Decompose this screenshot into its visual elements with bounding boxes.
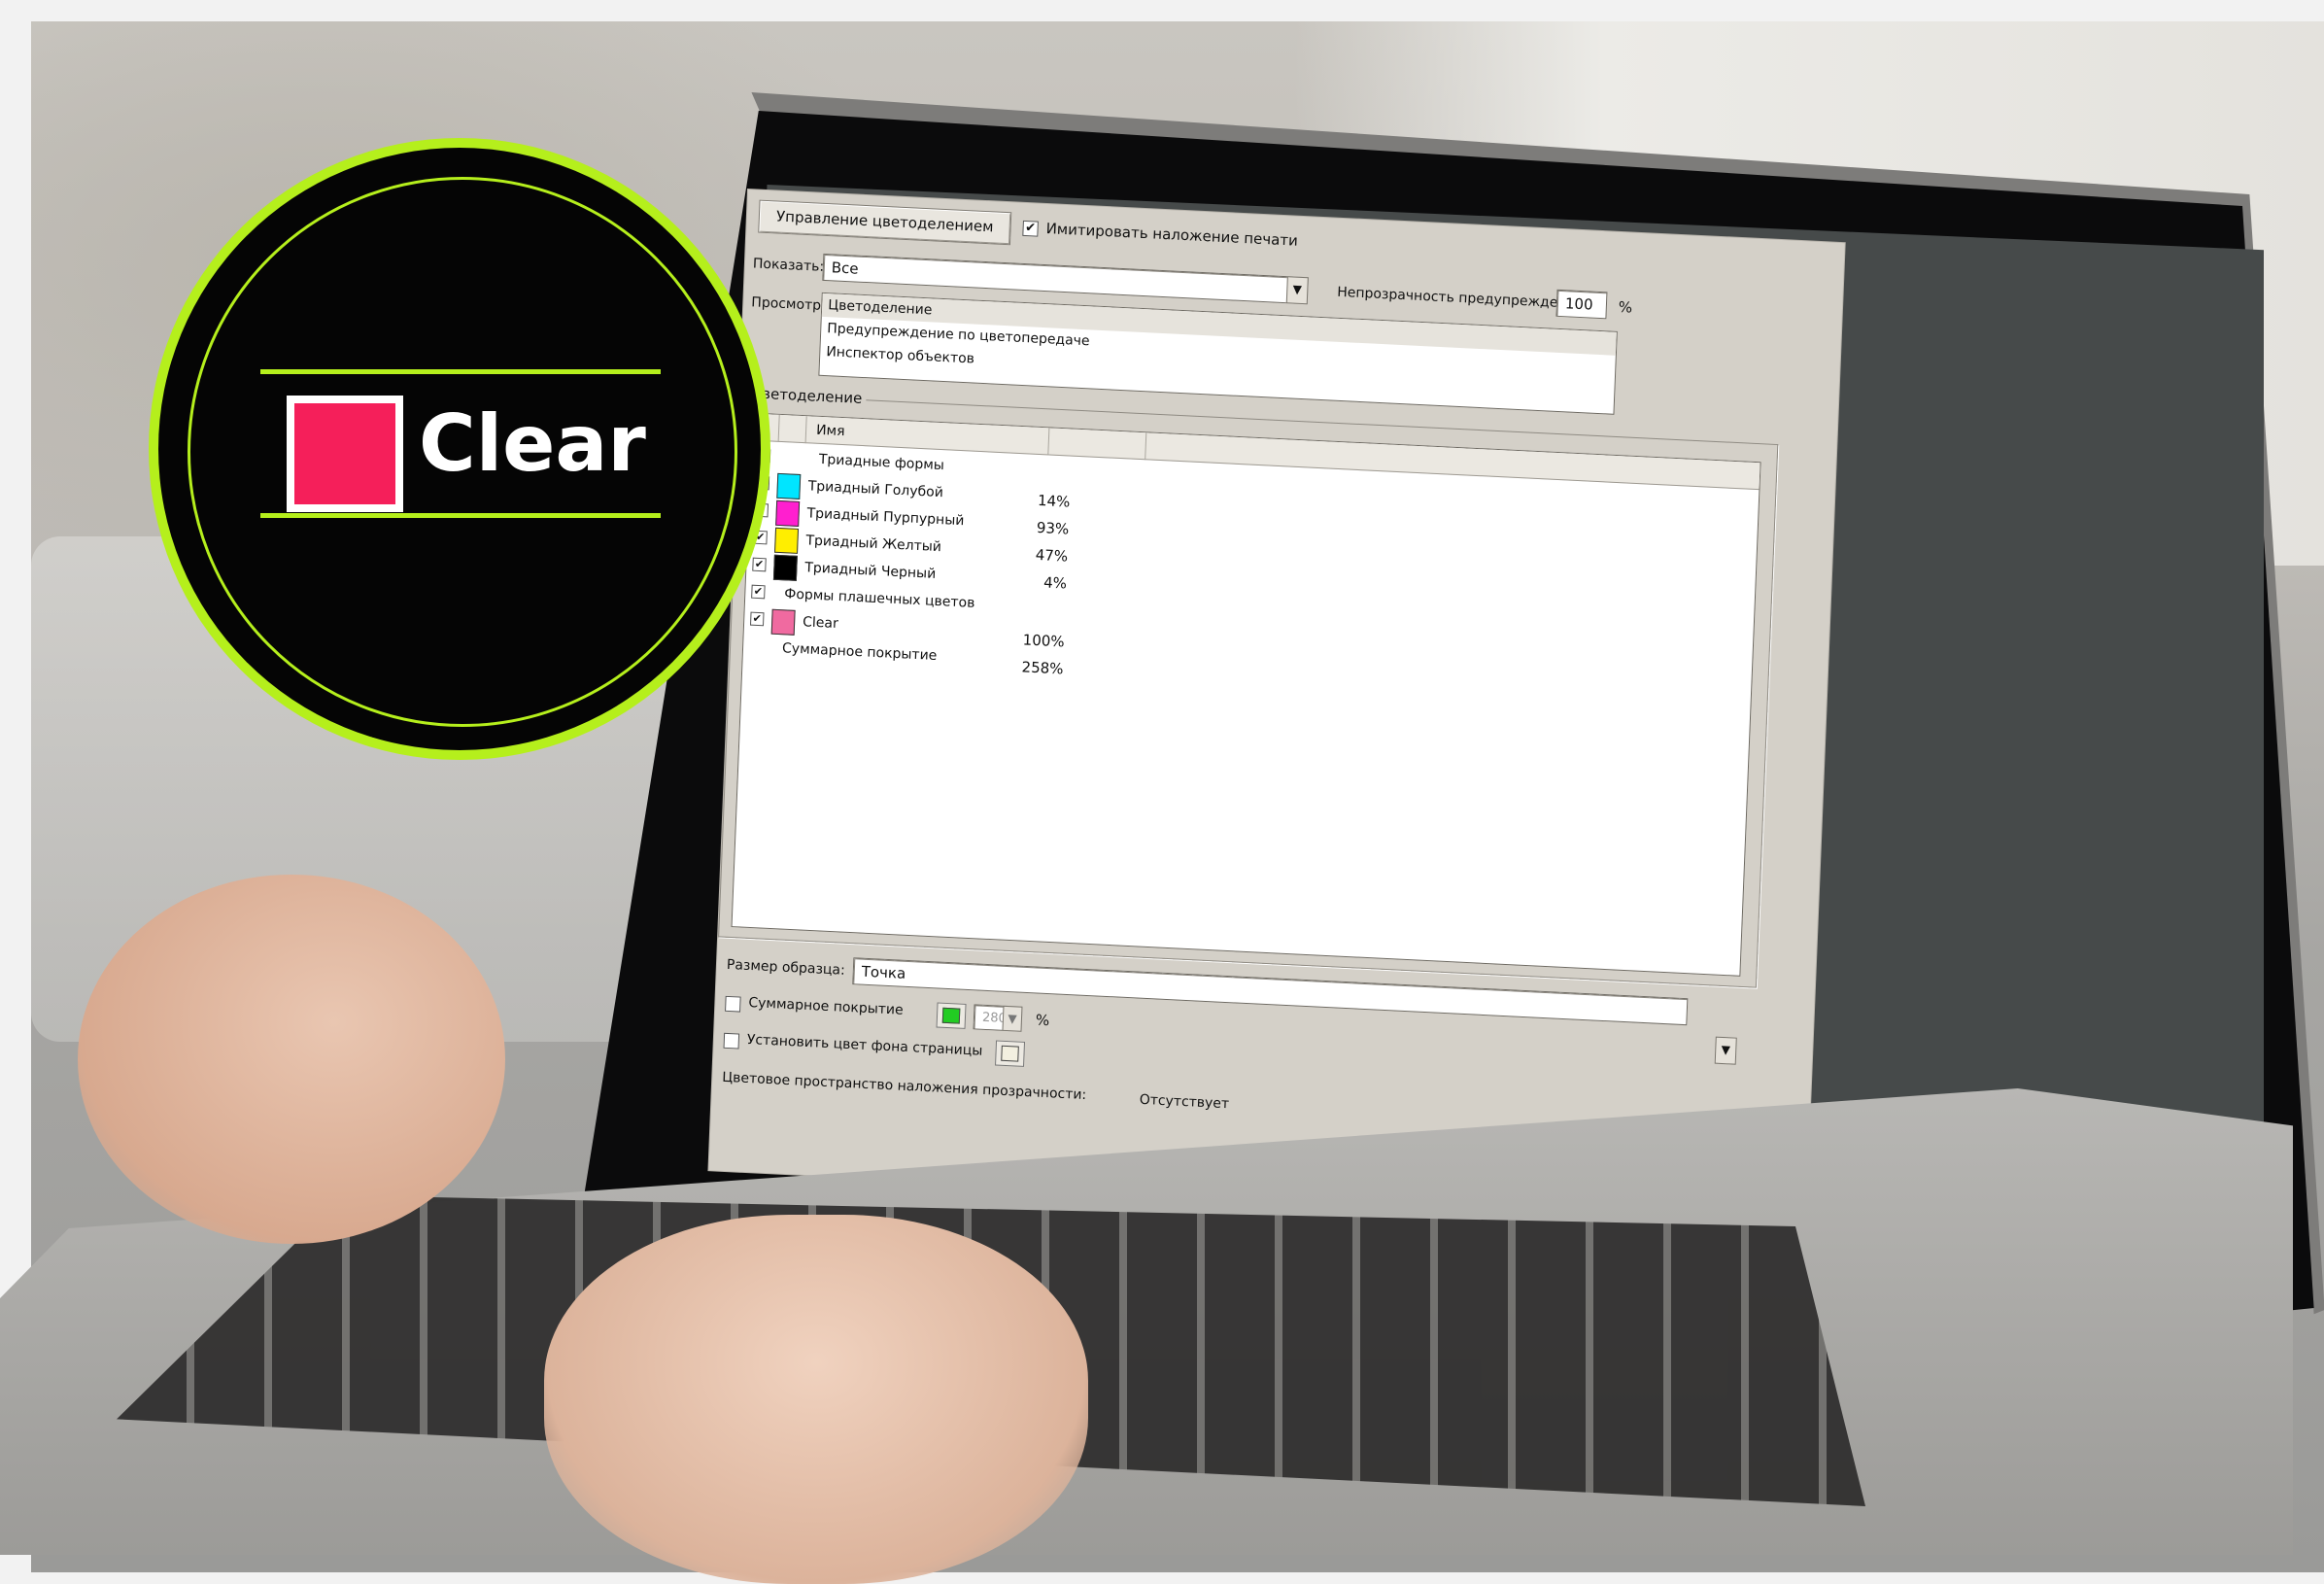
badge-bottom-line	[260, 513, 661, 518]
separation-name: Триадный Голубой	[807, 478, 944, 501]
preview-label: Просмотр:	[751, 294, 827, 315]
separations-table: Имя ✔ Триадные формы ✔ Триадный Голубой …	[731, 412, 1761, 977]
separation-percent: 47%	[1035, 545, 1069, 566]
black-swatch	[772, 554, 798, 581]
sample-size-label: Размер образца:	[726, 956, 846, 979]
blend-space-label: Цветовое пространство наложения прозрачн…	[721, 1069, 1087, 1104]
separation-name: Clear	[802, 614, 839, 633]
separation-percent: 258%	[1021, 658, 1064, 678]
total-coverage-dropdown-arrow[interactable]: ▼	[1002, 1005, 1023, 1032]
separations-group-title: Цветоделение	[746, 384, 867, 408]
separation-visible-checkbox[interactable]: ✔	[749, 611, 765, 627]
separation-visible-checkbox[interactable]: ✔	[754, 502, 769, 518]
total-coverage-unit: %	[1035, 1011, 1050, 1030]
separation-name: Формы плашечных цветов	[784, 586, 975, 611]
separation-visible-checkbox[interactable]: ✔	[752, 557, 767, 572]
clear-badge: Clear	[158, 148, 761, 750]
separation-name: Триадный Пурпурный	[806, 505, 965, 530]
badge-color-swatch	[287, 396, 403, 512]
separation-percent: 14%	[1037, 491, 1071, 511]
show-label: Показать:	[752, 256, 825, 275]
separation-percent: 93%	[1036, 518, 1070, 538]
warning-opacity-label: Непрозрачность предупреждений:	[1336, 284, 1589, 313]
show-dropdown-arrow[interactable]: ▼	[1285, 276, 1309, 305]
cyan-swatch	[776, 472, 802, 499]
separation-name: Суммарное покрытие	[781, 640, 938, 665]
separations-preview-dialog: Управление цветоделением ✔ Имитировать н…	[708, 189, 1845, 1224]
sample-size-dropdown-arrow[interactable]: ▼	[1714, 1036, 1737, 1065]
page-bg-swatch	[1001, 1045, 1019, 1062]
separation-percent: 4%	[1042, 573, 1068, 593]
clear-swatch	[770, 608, 796, 636]
yellow-swatch	[774, 527, 800, 554]
separation-visible-checkbox[interactable]: ✔	[753, 530, 768, 545]
simulate-overprint-label: Имитировать наложение печати	[1045, 220, 1299, 250]
page-bg-color-button[interactable]	[995, 1040, 1026, 1067]
separation-name: Триадный Черный	[804, 560, 937, 582]
total-coverage-checkbox[interactable]	[725, 995, 741, 1013]
badge-top-line	[260, 369, 661, 374]
simulate-overprint-checkbox[interactable]: ✔	[1022, 220, 1039, 237]
magenta-swatch	[775, 499, 801, 527]
left-hand	[78, 875, 505, 1244]
page-bg-label: Установить цвет фона страницы	[746, 1031, 983, 1059]
preview-option-object-inspector[interactable]: Инспектор объектов	[826, 344, 974, 366]
total-coverage-color-button[interactable]	[936, 1002, 967, 1029]
blend-space-value: Отсутствует	[1139, 1091, 1230, 1113]
warning-opacity-unit: %	[1618, 297, 1633, 317]
warning-opacity-input[interactable]: 100	[1555, 289, 1608, 320]
green-swatch	[941, 1007, 961, 1024]
separation-visible-checkbox[interactable]: ✔	[751, 584, 766, 600]
separations-group: Цветоделение Имя ✔ Триадные формы ✔ Триа…	[718, 384, 1779, 988]
page-bg-checkbox[interactable]	[723, 1032, 740, 1050]
total-coverage-label: Суммарное покрытие	[748, 994, 904, 1018]
manage-separations-button[interactable]: Управление цветоделением	[758, 199, 1012, 246]
separation-name: Триадные формы	[818, 451, 945, 474]
preview-listbox[interactable]: Цветоделение Предупреждение по цветопере…	[818, 292, 1618, 415]
separation-name: Триадный Желтый	[805, 533, 942, 556]
badge-label: Clear	[419, 398, 646, 489]
right-hand	[544, 1215, 1088, 1584]
